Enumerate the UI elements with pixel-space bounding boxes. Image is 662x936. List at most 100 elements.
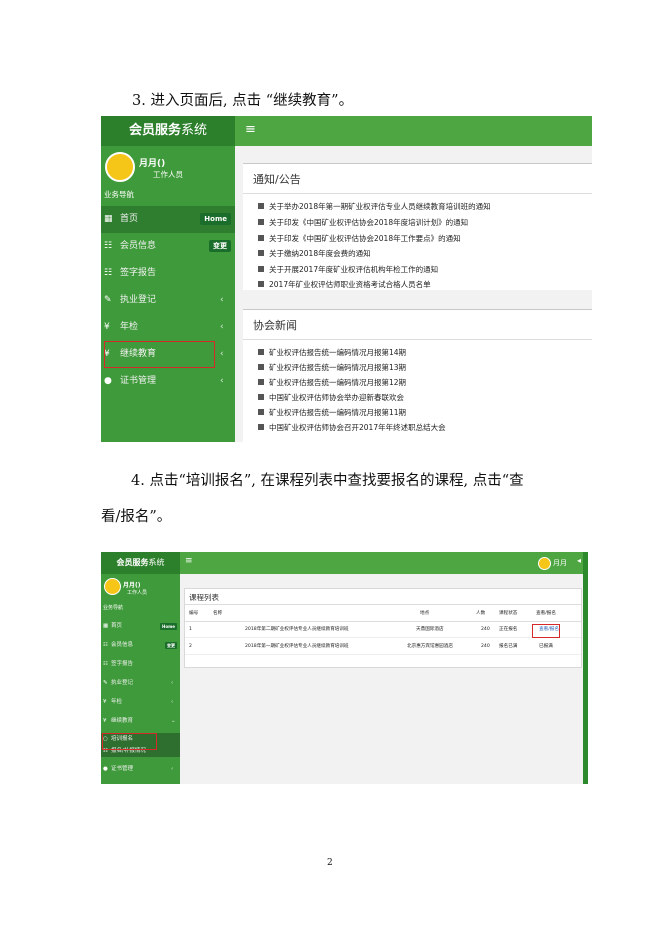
bullet-icon [258,235,264,241]
change-badge: 变更 [165,642,177,649]
news-panel: 协会新闻 矿业权评估报告统一编码情况月报第14期 矿业权评估报告统一编码情况月报… [243,309,592,442]
bullet-icon [258,203,264,209]
right-edge-strip [583,552,588,784]
change-badge: 变更 [209,240,231,252]
sidebar-item-signed-reports[interactable]: ☷ 签字报告 [101,657,180,672]
notice-item[interactable]: 关于缴纳2018年度会费的通知 [258,248,371,259]
notice-item[interactable]: 关于举办2018年第一期矿业权评估专业人员继续教育培训班的通知 [258,201,491,212]
news-item[interactable]: 中国矿业权评估师协会召开2017年年终述职总结大会 [258,422,446,433]
sidebar-item-label: 执业登记 [111,680,134,686]
sidebar-item-label: 首页 [111,623,123,629]
notice-item-text: 2017年矿业权评估师职业资格考试合格人员名单 [269,280,431,289]
header-place: 地点 [420,611,430,616]
sidebar-item-label: 签字报告 [120,268,157,278]
user-name: 月月() [123,580,141,589]
notice-item-text: 关于缴纳2018年度会费的通知 [269,249,371,258]
share-icon[interactable]: ◂ [577,556,581,565]
sidebar-item-registration[interactable]: ✎ 执业登记 ‹ [101,287,235,314]
news-item[interactable]: 中国矿业权评估师协会举办迎新春联欢会 [258,392,404,403]
notice-item-text: 关于举办2018年第一期矿业权评估专业人员继续教育培训班的通知 [269,202,491,211]
step-4-instruction-line2: 看/报名”。 [101,509,172,525]
sidebar-item-registration[interactable]: ✎ 执业登记 ‹ [101,676,180,691]
chevron-left-icon: ‹ [171,766,174,772]
sidebar-item-signed-reports[interactable]: ☷ 签字报告 [101,260,235,287]
circle-icon: ● [103,766,108,772]
row-action-full: 已报满 [539,644,553,649]
sidebar-item-continuing-education[interactable]: ¥ 继续教育 ⌄ [101,714,180,729]
screenshot-course-list: 会员服务系统 ≡ 月月 ◂ 月月() 工作人员 业务导航 ▦ 首页 Home ☷… [101,552,588,784]
header-action: 查看/报名 [536,611,556,616]
user-role: 工作人员 [153,170,183,179]
news-item[interactable]: 矿业权评估报告统一编码情况月报第11期 [258,407,406,418]
sidebar-item-label: 证书管理 [120,376,157,386]
nav-header: 业务导航 [103,605,124,611]
news-item-text: 矿业权评估报告统一编码情况月报第14期 [269,348,407,357]
home-badge: Home [160,623,177,630]
notice-item-text: 关于开展2017年度矿业权评估机构年检工作的通知 [269,265,439,274]
circle-icon: ● [104,376,112,386]
row-count: 240 [481,644,490,649]
screenshot-home-page: 会员服务系统 ≡ 月月() 工作人员 业务导航 ▦ 首页 Home ☷ 会员信息… [101,116,592,442]
notice-item[interactable]: 关于印发《中国矿业权评估协会2018年度培训计划》的通知 [258,217,468,228]
chevron-left-icon: ‹ [220,376,224,386]
row-place: 北京惠方宾馆惠园酒店 [407,644,453,649]
sidebar-item-home[interactable]: ▦ 首页 Home [101,619,180,634]
top-user-name[interactable]: 月月 [553,558,567,568]
chevron-left-icon: ‹ [220,349,224,359]
news-item-text: 矿业权评估报告统一编码情况月报第13期 [269,363,407,372]
menu-toggle-icon[interactable]: ≡ [185,556,193,566]
bullet-icon [258,424,264,430]
bullet-icon [258,219,264,225]
table-row: 1 2018年第二期矿业权评估专业人员继续教育培训班 天鼎国际酒店 240 正在… [185,622,581,638]
logo-bold: 会员服务 [128,123,181,138]
user-name-close: ) [137,582,141,589]
yen-icon: ¥ [103,699,107,705]
app-logo[interactable]: 会员服务系统 [101,116,235,146]
highlight-box [102,733,157,750]
menu-toggle-icon[interactable]: ≡ [245,122,256,137]
logo-thin: 系统 [181,123,208,138]
news-item[interactable]: 矿业权评估报告统一编码情况月报第13期 [258,362,406,373]
highlight-box [104,341,215,368]
notice-item-text: 关于印发《中国矿业权评估协会2018年度培训计划》的通知 [269,218,469,227]
edit-icon: ✎ [103,680,108,686]
bullet-icon [258,394,264,400]
notice-item[interactable]: 关于印发《中国矿业权评估协会2018年工作要点》的通知 [258,233,461,244]
app-logo[interactable]: 会员服务系统 [101,552,180,574]
list-icon: ☷ [103,661,108,667]
notice-item[interactable]: 关于开展2017年度矿业权评估机构年检工作的通知 [258,264,438,275]
sidebar-item-annual-check[interactable]: ¥ 年检 ‹ [101,695,180,710]
bullet-icon [258,379,264,385]
sidebar-item-label: 首页 [120,214,139,224]
chevron-left-icon: ‹ [171,699,174,705]
news-item-text: 中国矿业权评估师协会举办迎新春联欢会 [269,393,404,402]
row-no: 2 [189,644,192,649]
news-item[interactable]: 矿业权评估报告统一编码情况月报第12期 [258,377,406,388]
notice-item[interactable]: 2017年矿业权评估师职业资格考试合格人员名单 [258,279,431,290]
nav-header: 业务导航 [104,190,134,199]
top-bar: ≡ [235,116,592,146]
header-status: 课程状态 [499,611,518,616]
bullet-icon [258,266,264,272]
bullet-icon [258,364,264,370]
row-count: 240 [481,627,490,632]
sidebar-item-home[interactable]: ▦ 首页 Home [101,206,235,233]
sidebar-item-annual-check[interactable]: ¥ 年检 ‹ [101,314,235,341]
step-4-instruction-line1: 4. 点击“培训报名”, 在课程列表中查找要报名的课程, 点击“查 [131,473,524,489]
notice-item-text: 关于印发《中国矿业权评估协会2018年工作要点》的通知 [269,234,461,243]
divider [243,193,592,194]
sidebar-item-certificates[interactable]: ● 证书管理 ‹ [101,762,180,777]
user-avatar-icon[interactable] [538,557,551,570]
divider [243,339,592,340]
news-item[interactable]: 矿业权评估报告统一编码情况月报第14期 [258,347,406,358]
action-highlight-box [532,624,560,638]
sidebar-item-member-info[interactable]: ☷ 会员信息 变更 [101,233,235,260]
list-icon: ☷ [104,268,113,278]
chevron-left-icon: ‹ [220,295,224,305]
news-item-text: 矿业权评估报告统一编码情况月报第11期 [269,408,407,417]
sidebar-item-member-info[interactable]: ☷ 会员信息 变更 [101,638,180,653]
user-name: 月月() [139,156,165,169]
sidebar-item-label: 会员信息 [111,642,134,648]
sidebar-item-certificates[interactable]: ● 证书管理 ‹ [101,368,235,395]
news-item-text: 中国矿业权评估师协会召开2017年年终述职总结大会 [269,423,446,432]
